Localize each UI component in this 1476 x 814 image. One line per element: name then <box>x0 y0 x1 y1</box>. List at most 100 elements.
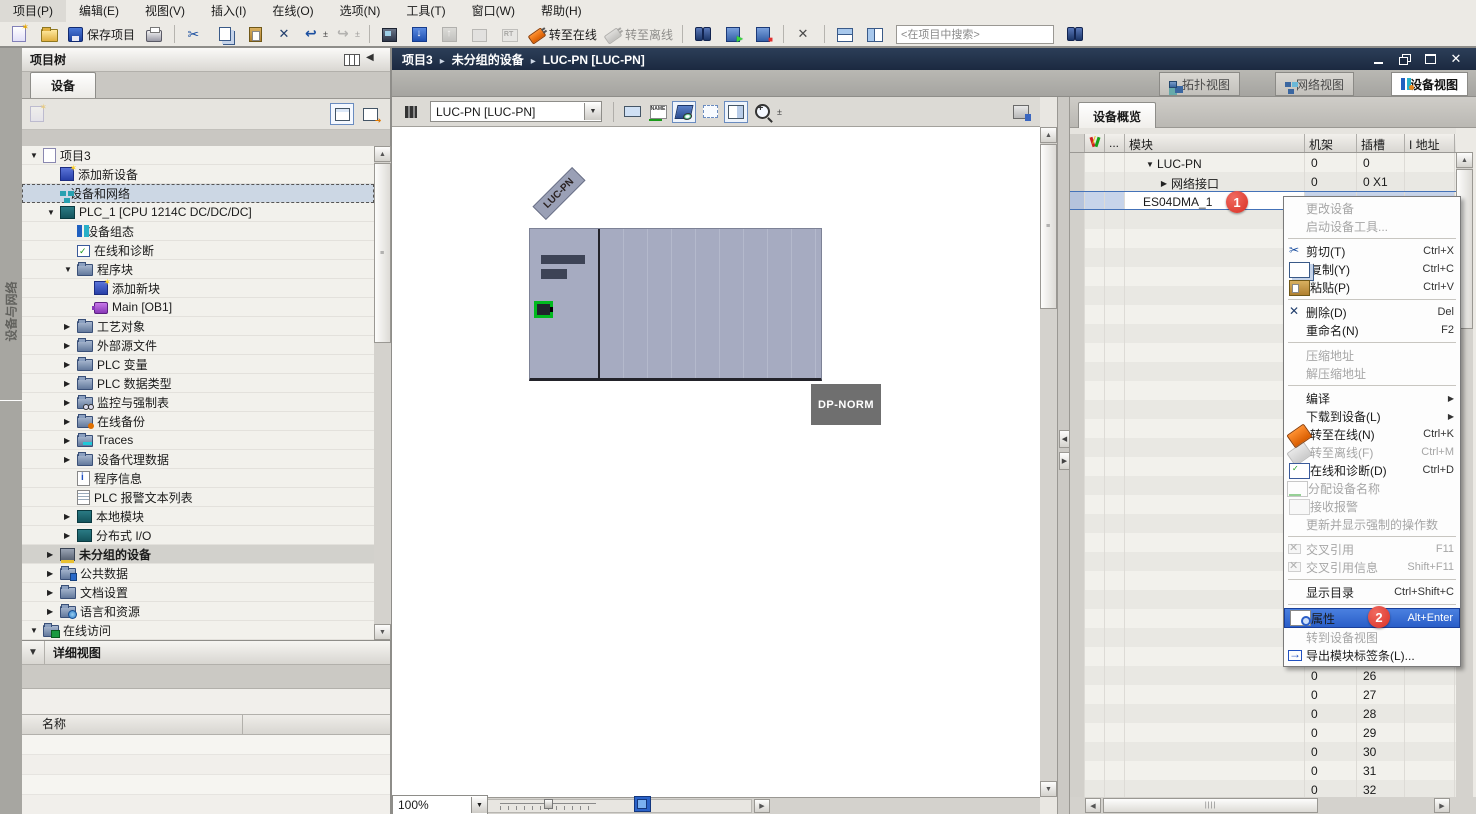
module-cell[interactable] <box>1125 438 1305 457</box>
show-grid-button[interactable] <box>698 101 722 123</box>
row-selector[interactable] <box>1070 305 1085 324</box>
tree-item-local-modules[interactable]: ▶本地模块 <box>22 507 374 526</box>
device-slot-area[interactable] <box>600 229 821 378</box>
menu-item-assign-device-name[interactable]: 分配设备名称 <box>1284 479 1460 497</box>
row-selector[interactable] <box>1070 514 1085 533</box>
menubar-item-6[interactable]: 选项(N) <box>327 0 394 22</box>
menubar-item-1[interactable]: 项目(P) <box>0 0 66 22</box>
row-selector[interactable] <box>1070 381 1085 400</box>
paste-button[interactable] <box>241 22 269 46</box>
row-selector[interactable] <box>1070 248 1085 267</box>
row-selector[interactable] <box>1070 210 1085 229</box>
menu-item-go-offline[interactable]: 转至离线(F)Ctrl+M <box>1284 443 1460 461</box>
overview-row-luc-pn[interactable]: ▼LUC-PN00 <box>1070 153 1456 172</box>
row-selector[interactable] <box>1070 229 1085 248</box>
devices-networks-vertical-tab[interactable]: 设备与网络 <box>3 264 20 360</box>
row-selector[interactable] <box>1070 666 1085 685</box>
menubar-item-8[interactable]: 窗口(W) <box>459 0 528 22</box>
menu-item-paste[interactable]: 粘贴(P)Ctrl+V <box>1284 278 1460 296</box>
menu-item-cut[interactable]: 剪切(T)Ctrl+X <box>1284 242 1460 260</box>
overview-scroll-left-icon[interactable]: ◀ <box>1085 798 1101 813</box>
delete-button[interactable] <box>271 22 299 46</box>
row-selector[interactable] <box>1070 780 1085 797</box>
row-selector[interactable] <box>1070 419 1085 438</box>
overview-row--[interactable]: ▶网络接口00 X1 <box>1070 172 1456 191</box>
module-cell[interactable] <box>1125 723 1305 742</box>
tab-network-view[interactable]: 网络视图 <box>1275 72 1354 96</box>
row-selector[interactable] <box>1070 609 1085 628</box>
row-selector[interactable] <box>1070 590 1085 609</box>
tree-item-plc-data-types[interactable]: ▶PLC 数据类型 <box>22 374 374 393</box>
redo-button[interactable]: ± <box>333 22 363 46</box>
tree-item-online-backups[interactable]: ▶在线备份 <box>22 412 374 431</box>
tree-expanded-arrow-icon[interactable]: ▼ <box>30 626 43 635</box>
module-cell[interactable] <box>1125 305 1305 324</box>
device-view-canvas[interactable]: LUC-PN DP-NORM <box>392 127 1040 797</box>
tree-item-plc-tags[interactable]: ▶PLC 变量 <box>22 355 374 374</box>
menu-item-receive-alarms[interactable]: 接收报警 <box>1284 497 1460 515</box>
online-diagnostics-button[interactable] <box>689 22 717 46</box>
tree-item-plc-alarm-text-lists[interactable]: PLC 报警文本列表 <box>22 488 374 507</box>
module-cell[interactable] <box>1125 552 1305 571</box>
menu-item-online-and-diagnostics[interactable]: 在线和诊断(D)Ctrl+D <box>1284 461 1460 479</box>
row-selector[interactable] <box>1070 533 1085 552</box>
menubar-item-5[interactable]: 在线(O) <box>259 0 326 22</box>
details-toggle-button[interactable] <box>330 103 354 125</box>
canvas-vscroll-thumb[interactable]: ≡ <box>1040 144 1057 309</box>
menubar-item-4[interactable]: 插入(I) <box>198 0 259 22</box>
menu-item-rename[interactable]: 重命名(N)F2 <box>1284 321 1460 339</box>
module-cell[interactable] <box>1125 609 1305 628</box>
overview-empty-row[interactable]: 031 <box>1070 761 1456 780</box>
chevron-down-icon[interactable]: ▼ <box>28 641 45 664</box>
row-selector[interactable] <box>1070 286 1085 305</box>
tree-expanded-arrow-icon[interactable]: ▼ <box>47 208 60 217</box>
module-cell[interactable] <box>1125 742 1305 761</box>
float-editor-button[interactable] <box>1009 101 1033 123</box>
menu-item-export-module-labeling-strips[interactable]: 导出模块标签条(L)... <box>1284 646 1460 664</box>
tree-scroll-thumb[interactable]: ≡ <box>374 163 391 343</box>
row-selector[interactable] <box>1070 457 1085 476</box>
tree-item-common-data[interactable]: ▶公共数据 <box>22 564 374 583</box>
search-in-project-button[interactable] <box>1061 22 1089 46</box>
row-selector[interactable] <box>1070 628 1085 647</box>
start-cpu-button[interactable] <box>466 22 494 46</box>
row-selector[interactable] <box>1070 343 1085 362</box>
row-selector[interactable] <box>1070 685 1085 704</box>
menu-item-cross-reference-info[interactable]: 交叉引用信息Shift+F11 <box>1284 558 1460 576</box>
tree-item-distributed-io[interactable]: ▶分布式 I/O <box>22 526 374 545</box>
tree-item-add-new-device[interactable]: 添加新设备 <box>22 165 374 184</box>
dropdown-caret-icon[interactable]: ± <box>323 29 328 39</box>
module-cell[interactable]: ▼LUC-PN <box>1125 153 1305 172</box>
tab-devices[interactable]: 设备 <box>30 72 96 98</box>
tab-device-view[interactable]: 设备视图 <box>1391 72 1468 96</box>
open-project-button[interactable] <box>35 22 63 46</box>
module-cell[interactable] <box>1125 628 1305 647</box>
module-cell[interactable] <box>1125 343 1305 362</box>
row-selector[interactable] <box>1070 647 1085 666</box>
row-selector[interactable] <box>1070 704 1085 723</box>
ethernet-port-icon[interactable] <box>534 301 553 318</box>
restore-icon[interactable] <box>1394 51 1414 67</box>
fit-to-view-icon[interactable] <box>634 796 651 812</box>
menu-item-change-device[interactable]: 更改设备 <box>1284 199 1460 217</box>
canvas-vscrollbar[interactable]: ▲ ≡ ▼ <box>1040 127 1057 797</box>
add-new-icon[interactable] <box>30 106 44 122</box>
device-name-tag[interactable]: LUC-PN <box>532 167 585 220</box>
project-search-input[interactable] <box>896 25 1054 44</box>
device-module-graphic[interactable]: DP-NORM <box>529 228 822 381</box>
tree-collapsed-arrow-icon[interactable]: ▶ <box>47 550 60 559</box>
chevron-down-icon[interactable]: ▼ <box>584 103 601 120</box>
tree-collapsed-arrow-icon[interactable]: ▶ <box>64 531 77 540</box>
row-selector[interactable] <box>1070 267 1085 286</box>
tree-item-technology-objects[interactable]: ▶工艺对象 <box>22 317 374 336</box>
tree-item-plc-1[interactable]: ▼PLC_1 [CPU 1214C DC/DC/DC] <box>22 203 374 222</box>
chevron-down-icon[interactable]: ▼ <box>471 797 487 813</box>
menu-item-go-to-device-view[interactable]: 转到设备视图 <box>1284 628 1460 646</box>
tree-item-online-access[interactable]: ▼在线访问 <box>22 621 374 640</box>
module-cell[interactable] <box>1125 286 1305 305</box>
module-cell[interactable] <box>1125 362 1305 381</box>
download-to-device-button[interactable] <box>406 22 434 46</box>
menu-item-decompress-addresses[interactable]: 解压缩地址 <box>1284 364 1460 382</box>
canvas-scroll-right-icon[interactable]: ▶ <box>754 799 770 813</box>
start-simulation-button[interactable] <box>719 22 747 46</box>
